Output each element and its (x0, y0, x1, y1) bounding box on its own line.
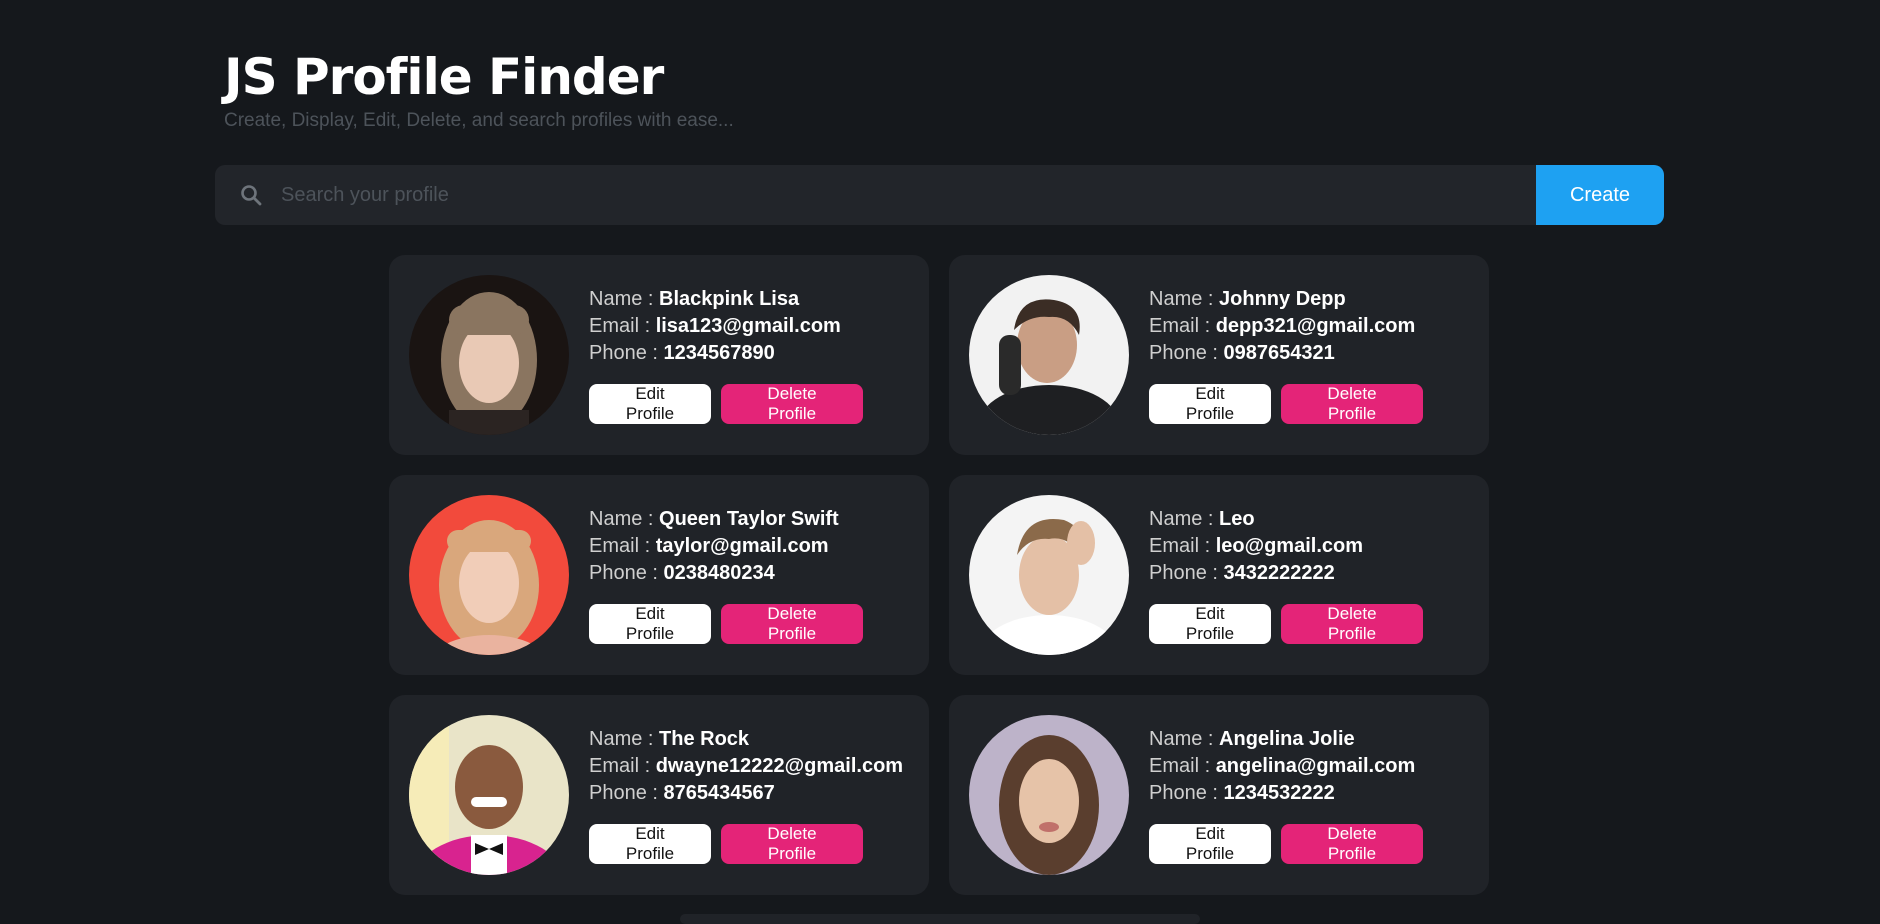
page-header: JS Profile Finder Create, Display, Edit,… (224, 46, 734, 132)
avatar (409, 715, 569, 875)
profile-name: Angelina Jolie (1219, 728, 1355, 750)
phone-line: Phone : 0238480234 (589, 562, 775, 584)
email-line: Email : dwayne12222@gmail.com (589, 755, 904, 777)
delete-profile-button[interactable]: Delete Profile (721, 604, 863, 644)
profile-card: Name : Johnny Depp Email : depp321@gmail… (949, 255, 1489, 455)
avatar (969, 495, 1129, 655)
email-line: Email : angelina@gmail.com (1149, 755, 1416, 777)
profile-card: Name : The Rock Email : dwayne12222@gmai… (389, 695, 929, 895)
page-subtitle: Create, Display, Edit, Delete, and searc… (224, 110, 734, 131)
name-line: Name : Leo (1149, 508, 1255, 530)
profile-phone: 1234567890 (663, 342, 775, 364)
create-button[interactable]: Create (1536, 165, 1664, 225)
email-line: Email : lisa123@gmail.com (589, 315, 841, 337)
edit-profile-button[interactable]: Edit Profile (589, 384, 711, 424)
name-line: Name : The Rock (589, 728, 750, 750)
delete-profile-button[interactable]: Delete Profile (1281, 604, 1423, 644)
email-line: Email : taylor@gmail.com (589, 535, 829, 557)
name-line: Name : Johnny Depp (1149, 288, 1346, 310)
avatar (409, 495, 569, 655)
profile-email: dwayne12222@gmail.com (655, 755, 904, 777)
email-line: Email : leo@gmail.com (1149, 535, 1364, 557)
profile-email: leo@gmail.com (1215, 535, 1364, 557)
edit-profile-button[interactable]: Edit Profile (589, 604, 711, 644)
name-line: Name : Queen Taylor Swift (589, 508, 839, 530)
profile-name: Johnny Depp (1219, 288, 1346, 310)
profile-name: Leo (1219, 508, 1255, 530)
profile-email: depp321@gmail.com (1215, 315, 1416, 337)
profile-card: Name : Angelina Jolie Email : angelina@g… (949, 695, 1489, 895)
profile-name: The Rock (659, 728, 750, 750)
avatar (969, 275, 1129, 435)
profile-phone: 0987654321 (1223, 342, 1335, 364)
phone-line: Phone : 8765434567 (589, 782, 775, 804)
next-card-edge (680, 914, 1200, 924)
edit-profile-button[interactable]: Edit Profile (1149, 824, 1271, 864)
profile-email: taylor@gmail.com (655, 535, 829, 557)
delete-profile-button[interactable]: Delete Profile (721, 384, 863, 424)
name-line: Name : Angelina Jolie (1149, 728, 1355, 750)
delete-profile-button[interactable]: Delete Profile (1281, 384, 1423, 424)
profile-name: Queen Taylor Swift (659, 508, 839, 530)
email-line: Email : depp321@gmail.com (1149, 315, 1416, 337)
profile-email: angelina@gmail.com (1215, 755, 1416, 777)
avatar (409, 275, 569, 435)
page-title: JS Profile Finder (224, 48, 664, 106)
phone-line: Phone : 1234532222 (1149, 782, 1335, 804)
search-input[interactable] (281, 165, 1536, 225)
phone-line: Phone : 1234567890 (589, 342, 775, 364)
profile-phone: 3432222222 (1223, 562, 1335, 584)
edit-profile-button[interactable]: Edit Profile (589, 824, 711, 864)
phone-line: Phone : 3432222222 (1149, 562, 1335, 584)
edit-profile-button[interactable]: Edit Profile (1149, 384, 1271, 424)
phone-line: Phone : 0987654321 (1149, 342, 1335, 364)
profile-email: lisa123@gmail.com (655, 315, 841, 337)
profile-name: Blackpink Lisa (659, 288, 800, 310)
profile-phone: 1234532222 (1223, 782, 1335, 804)
profile-card: Name : Blackpink Lisa Email : lisa123@gm… (389, 255, 929, 455)
search-bar: Create (215, 165, 1664, 225)
profile-grid: Name : Blackpink Lisa Email : lisa123@gm… (389, 255, 1489, 895)
profile-phone: 8765434567 (663, 782, 775, 804)
delete-profile-button[interactable]: Delete Profile (721, 824, 863, 864)
profile-card: Name : Leo Email : leo@gmail.com Phone :… (949, 475, 1489, 675)
edit-profile-button[interactable]: Edit Profile (1149, 604, 1271, 644)
delete-profile-button[interactable]: Delete Profile (1281, 824, 1423, 864)
search-icon (221, 165, 281, 225)
avatar (969, 715, 1129, 875)
profile-card: Name : Queen Taylor Swift Email : taylor… (389, 475, 929, 675)
profile-phone: 0238480234 (663, 562, 775, 584)
name-line: Name : Blackpink Lisa (589, 288, 800, 310)
